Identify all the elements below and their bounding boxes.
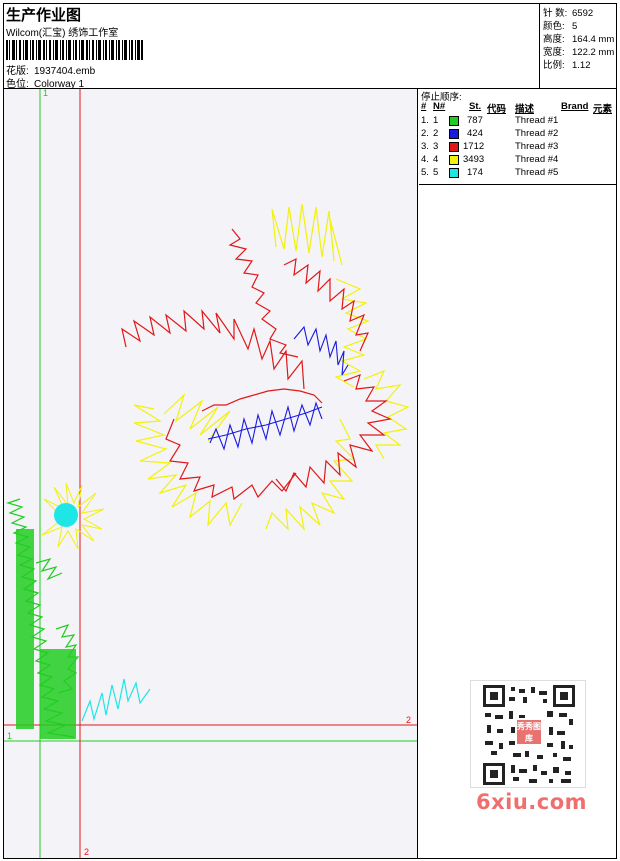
color-swatch [449, 168, 459, 178]
sequence-row: 3. 3 1712 Thread #3 [421, 141, 559, 152]
col-stitches: St. [469, 101, 482, 112]
company-name: Wilcom(汇宝) 绣饰工作室 [6, 28, 119, 39]
blue-inner-fill [207, 325, 349, 451]
color-swatch [449, 155, 459, 165]
yellow-wing-fill [133, 203, 410, 531]
cyan-grass [81, 678, 151, 722]
design-canvas[interactable]: 1 1 2 2 [4, 89, 418, 858]
col-brand: Brand [561, 101, 589, 112]
header-left: 生产作业图 Wilcom(汇宝) 绣饰工作室 花版: 1937404.emb 色… [3, 3, 540, 90]
sequence-row: 4. 4 3493 Thread #4 [421, 154, 559, 165]
barcode-icon [6, 40, 143, 60]
stat-width: 宽度: 122.2 mm [543, 47, 615, 58]
sequence-row: 2. 2 424 Thread #2 [421, 128, 559, 139]
hoop-label-green-top: 1 [43, 89, 49, 98]
hoop-label-red-bottom: 2 [84, 847, 90, 857]
color-swatch [449, 116, 459, 126]
col-desc: 描述 [515, 104, 535, 115]
page-title: 生产作业图 [6, 7, 82, 24]
col-element: 元素 [593, 104, 613, 115]
stat-height: 高度: 164.4 mm [543, 34, 615, 45]
panel-divider [419, 184, 616, 185]
col-n: N# [433, 101, 446, 112]
colorway-line: 色位: Colorway 1 [6, 75, 84, 90]
color-swatch [449, 129, 459, 139]
red-wing-outline [121, 228, 393, 501]
green-base-block [40, 649, 76, 739]
col-hash: # [421, 101, 427, 112]
cyan-flower-center [54, 503, 78, 527]
col-code: 代码 [487, 104, 507, 115]
watermark-site[interactable]: 6xiu.com [476, 790, 587, 814]
stat-scale: 比例: 1.12 [543, 60, 591, 71]
sequence-row: 5. 5 174 Thread #5 [421, 167, 559, 178]
colorway-label: 色位: [6, 79, 29, 90]
seal-stamp: 秀秀图库 [515, 718, 543, 746]
stat-colors: 颜色: 5 [543, 21, 578, 32]
hoop-label-red-right: 2 [406, 715, 412, 725]
stats-panel: 针 数: 6592 颜色: 5 高度: 164.4 mm 宽度: 122.2 mm 比例… [541, 3, 617, 88]
sequence-row: 1. 1 787 Thread #1 [421, 115, 559, 126]
hoop-label-green-left: 1 [7, 731, 13, 741]
embroidery-preview [4, 89, 417, 858]
color-swatch [449, 142, 459, 152]
green-stem-block [16, 529, 34, 729]
stat-stitches: 针 数: 6592 [543, 8, 594, 19]
header: 生产作业图 Wilcom(汇宝) 绣饰工作室 花版: 1937404.emb 色… [3, 3, 617, 90]
